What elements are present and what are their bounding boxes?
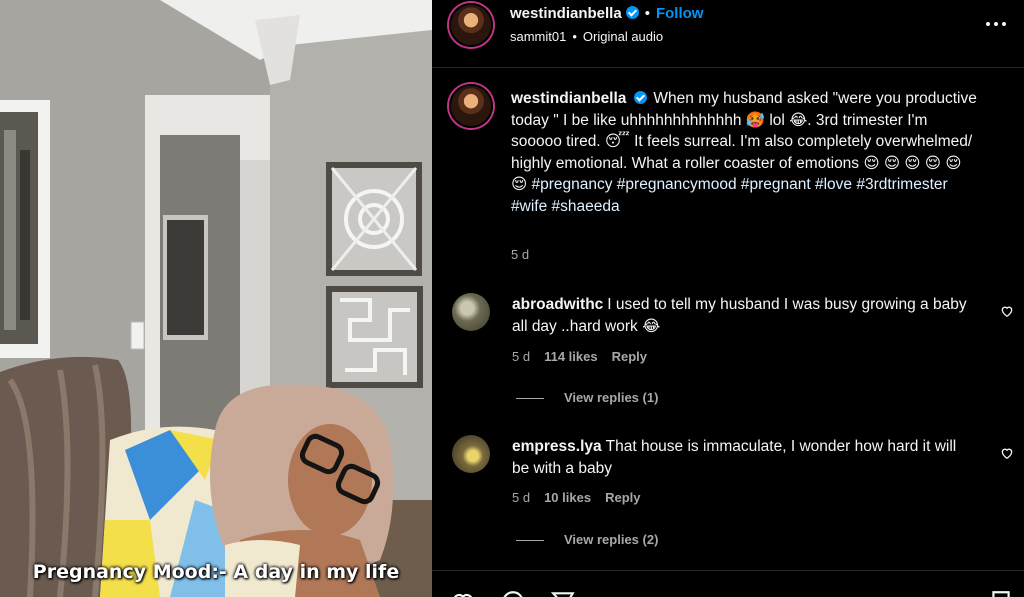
view-replies-button[interactable]: View replies (2) <box>516 532 658 547</box>
like-heart-icon[interactable] <box>450 589 476 597</box>
reply-button[interactable]: Reply <box>605 490 640 505</box>
comment-meta: 5 d 114 likes Reply <box>512 349 661 364</box>
commenter-username[interactable]: abroadwithc <box>512 296 603 313</box>
verified-badge-icon <box>634 91 648 104</box>
video-frame-illustration <box>0 0 432 597</box>
author-avatar[interactable] <box>449 3 493 47</box>
audio-line: sammit01 • Original audio <box>510 29 663 44</box>
post-header: westindianbella • Follow sammit01 • Original… <box>432 0 1024 68</box>
comment-meta: 5 d 10 likes Reply <box>512 490 654 505</box>
comment-time: 5 d <box>512 490 531 505</box>
comment-body: empress.lya That house is immaculate, I w… <box>512 436 972 480</box>
comment-likes[interactable]: 10 likes <box>544 490 591 505</box>
author-username[interactable]: westindianbella <box>510 5 622 22</box>
commenter-username[interactable]: empress.lya <box>512 438 602 455</box>
post-action-bar <box>432 570 1024 597</box>
caption-timestamp[interactable]: 5 d <box>511 247 529 262</box>
comment-icon[interactable] <box>500 589 526 597</box>
view-replies-button[interactable]: View replies (1) <box>516 390 658 405</box>
share-icon[interactable] <box>550 589 576 597</box>
caption-author-avatar[interactable] <box>449 84 493 128</box>
caption-username[interactable]: westindianbella <box>511 90 626 107</box>
commenter-avatar[interactable] <box>452 293 490 331</box>
comment-time: 5 d <box>512 349 531 364</box>
comment-likes[interactable]: 114 likes <box>544 349 598 364</box>
author-line: westindianbella • Follow <box>510 5 703 22</box>
caption-hashtags[interactable]: #pregnancy #pregnancymood #pregnant #lov… <box>511 176 948 215</box>
bookmark-icon[interactable] <box>988 589 1014 597</box>
reply-button[interactable]: Reply <box>612 349 647 364</box>
heart-outline-icon[interactable] <box>1000 304 1014 318</box>
separator-dot: • <box>572 29 577 44</box>
collab-username[interactable]: sammit01 <box>510 29 566 44</box>
audio-link[interactable]: Original audio <box>583 29 663 44</box>
more-options-icon[interactable] <box>984 12 1008 36</box>
heart-outline-icon[interactable] <box>1000 446 1014 460</box>
follow-button[interactable]: Follow <box>656 5 704 22</box>
video-text-overlay: Pregnancy Mood:- A day in my life <box>32 561 400 583</box>
separator-dot: • <box>644 5 650 22</box>
commenter-avatar[interactable] <box>452 435 490 473</box>
verified-badge-icon <box>625 6 639 19</box>
post-side-panel: westindianbella • Follow sammit01 • Original… <box>432 0 1024 597</box>
post-caption: westindianbella When my husband asked "we… <box>511 88 981 218</box>
comment-body: abroadwithc I used to tell my husband I w… <box>512 294 972 338</box>
reel-video[interactable]: Pregnancy Mood:- A day in my life <box>0 0 432 597</box>
